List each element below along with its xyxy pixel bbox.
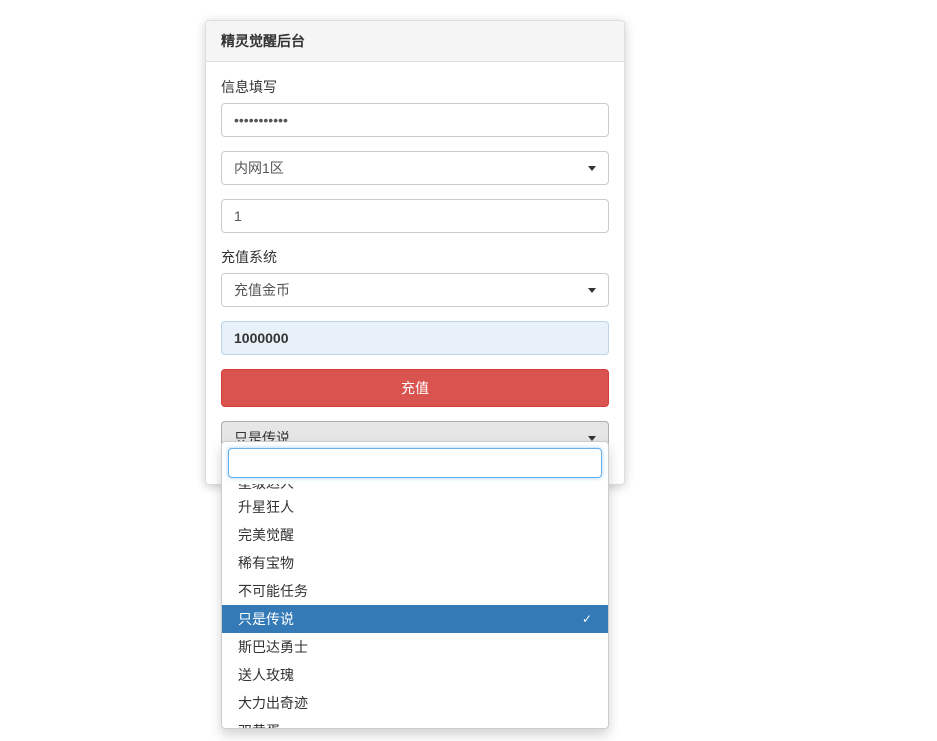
task-dropdown-container: 只是传说 星级达人升星狂人完美觉醒稀有宝物不可能任务只是传说✓斯巴达勇士送人玫瑰… [221, 421, 609, 455]
task-dropdown-menu: 星级达人升星狂人完美觉醒稀有宝物不可能任务只是传说 ✓ 斯巴达勇士送人玫瑰大力出奇迹… [221, 441, 609, 729]
caret-down-icon [588, 166, 596, 171]
check-icon: ✓ [582, 612, 592, 626]
number-input[interactable] [221, 199, 609, 233]
dropdown-item-label: 只是传说 [238, 609, 294, 629]
dropdown-item[interactable]: 大力出奇迹 [222, 689, 608, 717]
dropdown-search-wrapper [222, 442, 608, 484]
panel-body: 信息填写 内网1区 充值系统 充值金币 充值 只是传说 星级达人升 [206, 62, 624, 484]
dropdown-item[interactable]: 斯巴达勇士 [222, 633, 608, 661]
dropdown-item-label: 大力出奇迹 [238, 693, 308, 713]
dropdown-list[interactable]: 星级达人升星狂人完美觉醒稀有宝物不可能任务只是传说 ✓ 斯巴达勇士送人玫瑰大力出奇迹… [222, 484, 608, 728]
panel-title: 精灵觉醒后台 [206, 21, 624, 62]
recharge-button[interactable]: 充值 [221, 369, 609, 407]
dropdown-item[interactable]: 双黄蛋 [222, 717, 608, 728]
dropdown-item[interactable]: 只是传说 ✓ [222, 605, 608, 633]
caret-down-icon [588, 288, 596, 293]
amount-input[interactable] [221, 321, 609, 355]
recharge-type-select[interactable]: 充值金币 [221, 273, 609, 307]
zone-select[interactable]: 内网1区 [221, 151, 609, 185]
dropdown-item-label: 完美觉醒 [238, 525, 294, 545]
dropdown-item[interactable]: 稀有宝物 [222, 549, 608, 577]
dropdown-item-label: 不可能任务 [238, 581, 308, 601]
dropdown-item[interactable]: 送人玫瑰 [222, 661, 608, 689]
dropdown-item-label: 双黄蛋 [238, 721, 280, 728]
dropdown-item-label: 星级达人 [238, 484, 294, 493]
password-input[interactable] [221, 103, 609, 137]
dropdown-item[interactable]: 星级达人 [222, 484, 608, 493]
dropdown-item-label: 稀有宝物 [238, 553, 294, 573]
dropdown-item[interactable]: 完美觉醒 [222, 521, 608, 549]
dropdown-item-label: 斯巴达勇士 [238, 637, 308, 657]
dropdown-item[interactable]: 升星狂人 [222, 493, 608, 521]
section-info-label: 信息填写 [221, 77, 609, 97]
caret-down-icon [588, 436, 596, 441]
admin-panel: 精灵觉醒后台 信息填写 内网1区 充值系统 充值金币 充值 只是传说 [205, 20, 625, 485]
dropdown-search-input[interactable] [228, 448, 602, 478]
dropdown-item-label: 送人玫瑰 [238, 665, 294, 685]
dropdown-item[interactable]: 不可能任务 [222, 577, 608, 605]
recharge-type-value: 充值金币 [234, 280, 290, 300]
section-recharge-label: 充值系统 [221, 247, 609, 267]
zone-select-value: 内网1区 [234, 158, 284, 178]
dropdown-item-label: 升星狂人 [238, 497, 294, 517]
